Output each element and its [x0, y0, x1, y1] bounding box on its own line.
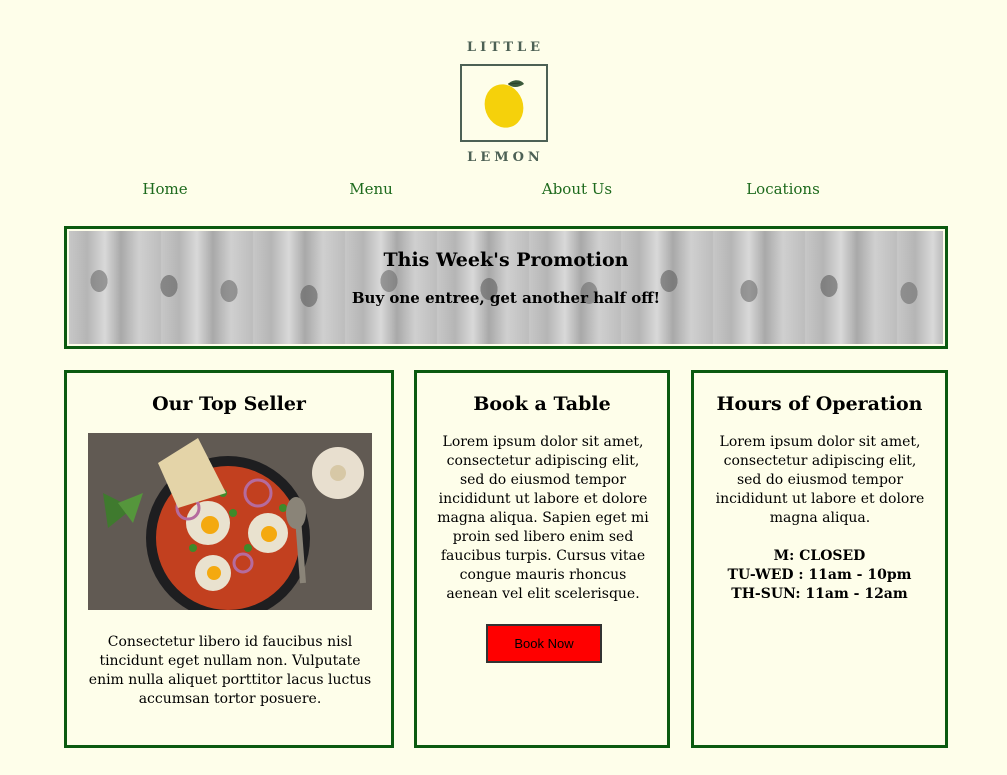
book-now-button[interactable]: Book Now [486, 624, 602, 663]
logo-text-bottom: LEMON [467, 150, 544, 165]
lemon-icon [484, 80, 524, 128]
top-seller-title: Our Top Seller [152, 393, 306, 415]
book-table-description: Lorem ipsum dolor sit amet, consectetur … [437, 434, 649, 602]
hours-description: Lorem ipsum dolor sit amet, consectetur … [715, 434, 925, 526]
top-seller-image [88, 433, 372, 610]
promotion-title: This Week's Promotion [383, 249, 629, 271]
book-table-card: Book a Table Lorem ipsum dolor sit amet,… [414, 370, 670, 748]
nav-locations-link[interactable]: Locations [680, 180, 886, 198]
main-nav: Home Menu About Us Locations [62, 180, 886, 200]
nav-home-link[interactable]: Home [62, 180, 268, 198]
nav-about-link[interactable]: About Us [474, 180, 680, 198]
top-seller-card: Our Top Seller Consectetur libero id fau… [64, 370, 394, 748]
hours-list: M: CLOSED TU-WED : 11am - 10pm TH-SUN: 1… [694, 547, 945, 604]
logo-frame [459, 64, 548, 142]
promotion-background-image [69, 231, 943, 344]
site-header: LITTLE LEMON [0, 40, 1007, 168]
hours-line-thu-sun: TH-SUN: 11am - 12am [731, 586, 908, 602]
nav-menu-link[interactable]: Menu [268, 180, 474, 198]
shakshuka-illustration [88, 433, 372, 610]
hours-line-monday: M: CLOSED [773, 548, 866, 564]
hours-title: Hours of Operation [716, 393, 923, 415]
little-lemon-logo[interactable]: LITTLE LEMON [454, 40, 554, 168]
book-table-title: Book a Table [473, 393, 611, 415]
hours-line-tue-wed: TU-WED : 11am - 10pm [727, 567, 912, 583]
promotion-banner: This Week's Promotion Buy one entree, ge… [64, 226, 948, 349]
hours-card: Hours of Operation Lorem ipsum dolor sit… [691, 370, 948, 748]
logo-text-top: LITTLE [466, 40, 545, 55]
top-seller-description: Consectetur libero id faucibus nisl tinc… [88, 634, 372, 707]
promotion-subtitle: Buy one entree, get another half off! [351, 289, 661, 307]
